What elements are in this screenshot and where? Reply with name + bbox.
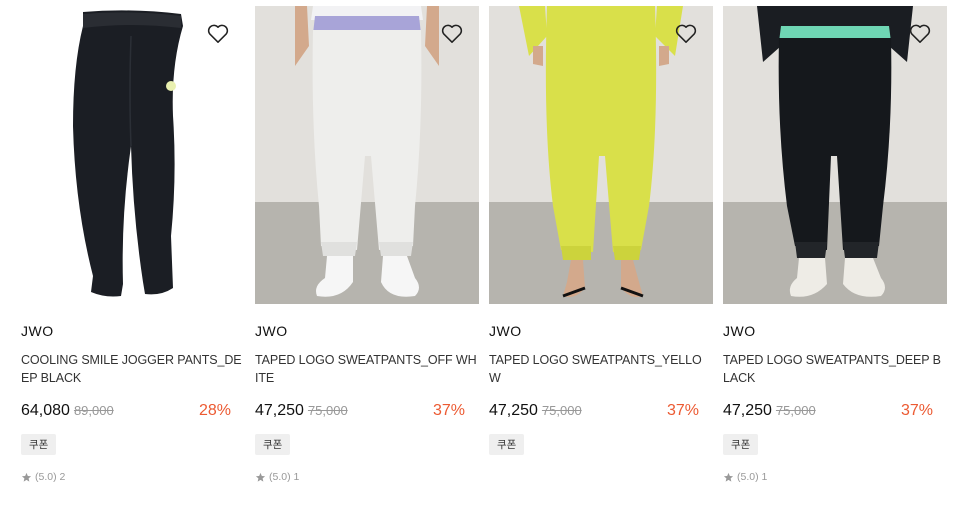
heart-icon[interactable]	[673, 20, 699, 46]
rating-text: (5.0) 2	[35, 471, 66, 483]
brand-name[interactable]: JWO	[255, 323, 479, 339]
coupon-badge: 쿠폰	[21, 434, 57, 455]
price-row: 47,250 75,000 37%	[723, 402, 933, 420]
discount-rate: 37%	[900, 402, 933, 419]
product-grid: JWO COOLING SMILE JOGGER PANTS_DEEP BLAC…	[0, 0, 969, 529]
sale-price: 64,080	[21, 402, 70, 419]
discount-rate: 37%	[666, 402, 699, 419]
original-price: 75,000	[307, 403, 348, 418]
coupon-badge: 쿠폰	[723, 434, 759, 455]
product-image[interactable]	[21, 6, 245, 304]
heart-icon[interactable]	[907, 20, 933, 46]
coupon-badge: 쿠폰	[489, 434, 525, 455]
product-card[interactable]: JWO TAPED LOGO SWEATPANTS_YELLOW 47,250 …	[489, 6, 713, 455]
brand-name[interactable]: JWO	[21, 323, 245, 339]
product-image[interactable]	[489, 6, 713, 304]
rating-text: (5.0) 1	[269, 471, 300, 483]
product-name[interactable]: TAPED LOGO SWEATPANTS_OFF WHITE	[255, 351, 479, 387]
rating: (5.0) 1	[723, 471, 947, 483]
brand-name[interactable]: JWO	[489, 323, 713, 339]
rating: (5.0) 1	[255, 471, 479, 483]
sale-price: 47,250	[723, 402, 772, 419]
heart-icon[interactable]	[439, 20, 465, 46]
yellow-sweatpants-image[interactable]	[489, 6, 713, 304]
discount-rate: 28%	[198, 402, 231, 419]
discount-rate: 37%	[432, 402, 465, 419]
sale-price: 47,250	[255, 402, 304, 419]
off-white-sweatpants-image[interactable]	[255, 6, 479, 304]
product-card[interactable]: JWO TAPED LOGO SWEATPANTS_OFF WHITE 47,2…	[255, 6, 479, 483]
price-row: 47,250 75,000 37%	[489, 402, 699, 420]
product-name[interactable]: TAPED LOGO SWEATPANTS_DEEP BLACK	[723, 351, 947, 387]
star-icon	[723, 472, 734, 482]
price-row: 64,080 89,000 28%	[21, 402, 231, 420]
original-price: 89,000	[73, 403, 114, 418]
star-icon	[21, 472, 32, 482]
coupon-badge: 쿠폰	[255, 434, 291, 455]
product-name[interactable]: TAPED LOGO SWEATPANTS_YELLOW	[489, 351, 713, 387]
black-jogger-pants-image[interactable]	[21, 6, 245, 304]
heart-icon[interactable]	[205, 20, 231, 46]
brand-name[interactable]: JWO	[723, 323, 947, 339]
product-card[interactable]: JWO TAPED LOGO SWEATPANTS_DEEP BLACK 47,…	[723, 6, 947, 483]
product-name[interactable]: COOLING SMILE JOGGER PANTS_DEEP BLACK	[21, 351, 245, 387]
black-sweatpants-image[interactable]	[723, 6, 947, 304]
star-icon	[255, 472, 266, 482]
product-card[interactable]: JWO COOLING SMILE JOGGER PANTS_DEEP BLAC…	[21, 6, 245, 483]
product-image[interactable]	[255, 6, 479, 304]
rating-text: (5.0) 1	[737, 471, 768, 483]
original-price: 75,000	[541, 403, 582, 418]
original-price: 75,000	[775, 403, 816, 418]
sale-price: 47,250	[489, 402, 538, 419]
product-image[interactable]	[723, 6, 947, 304]
rating: (5.0) 2	[21, 471, 245, 483]
price-row: 47,250 75,000 37%	[255, 402, 465, 420]
